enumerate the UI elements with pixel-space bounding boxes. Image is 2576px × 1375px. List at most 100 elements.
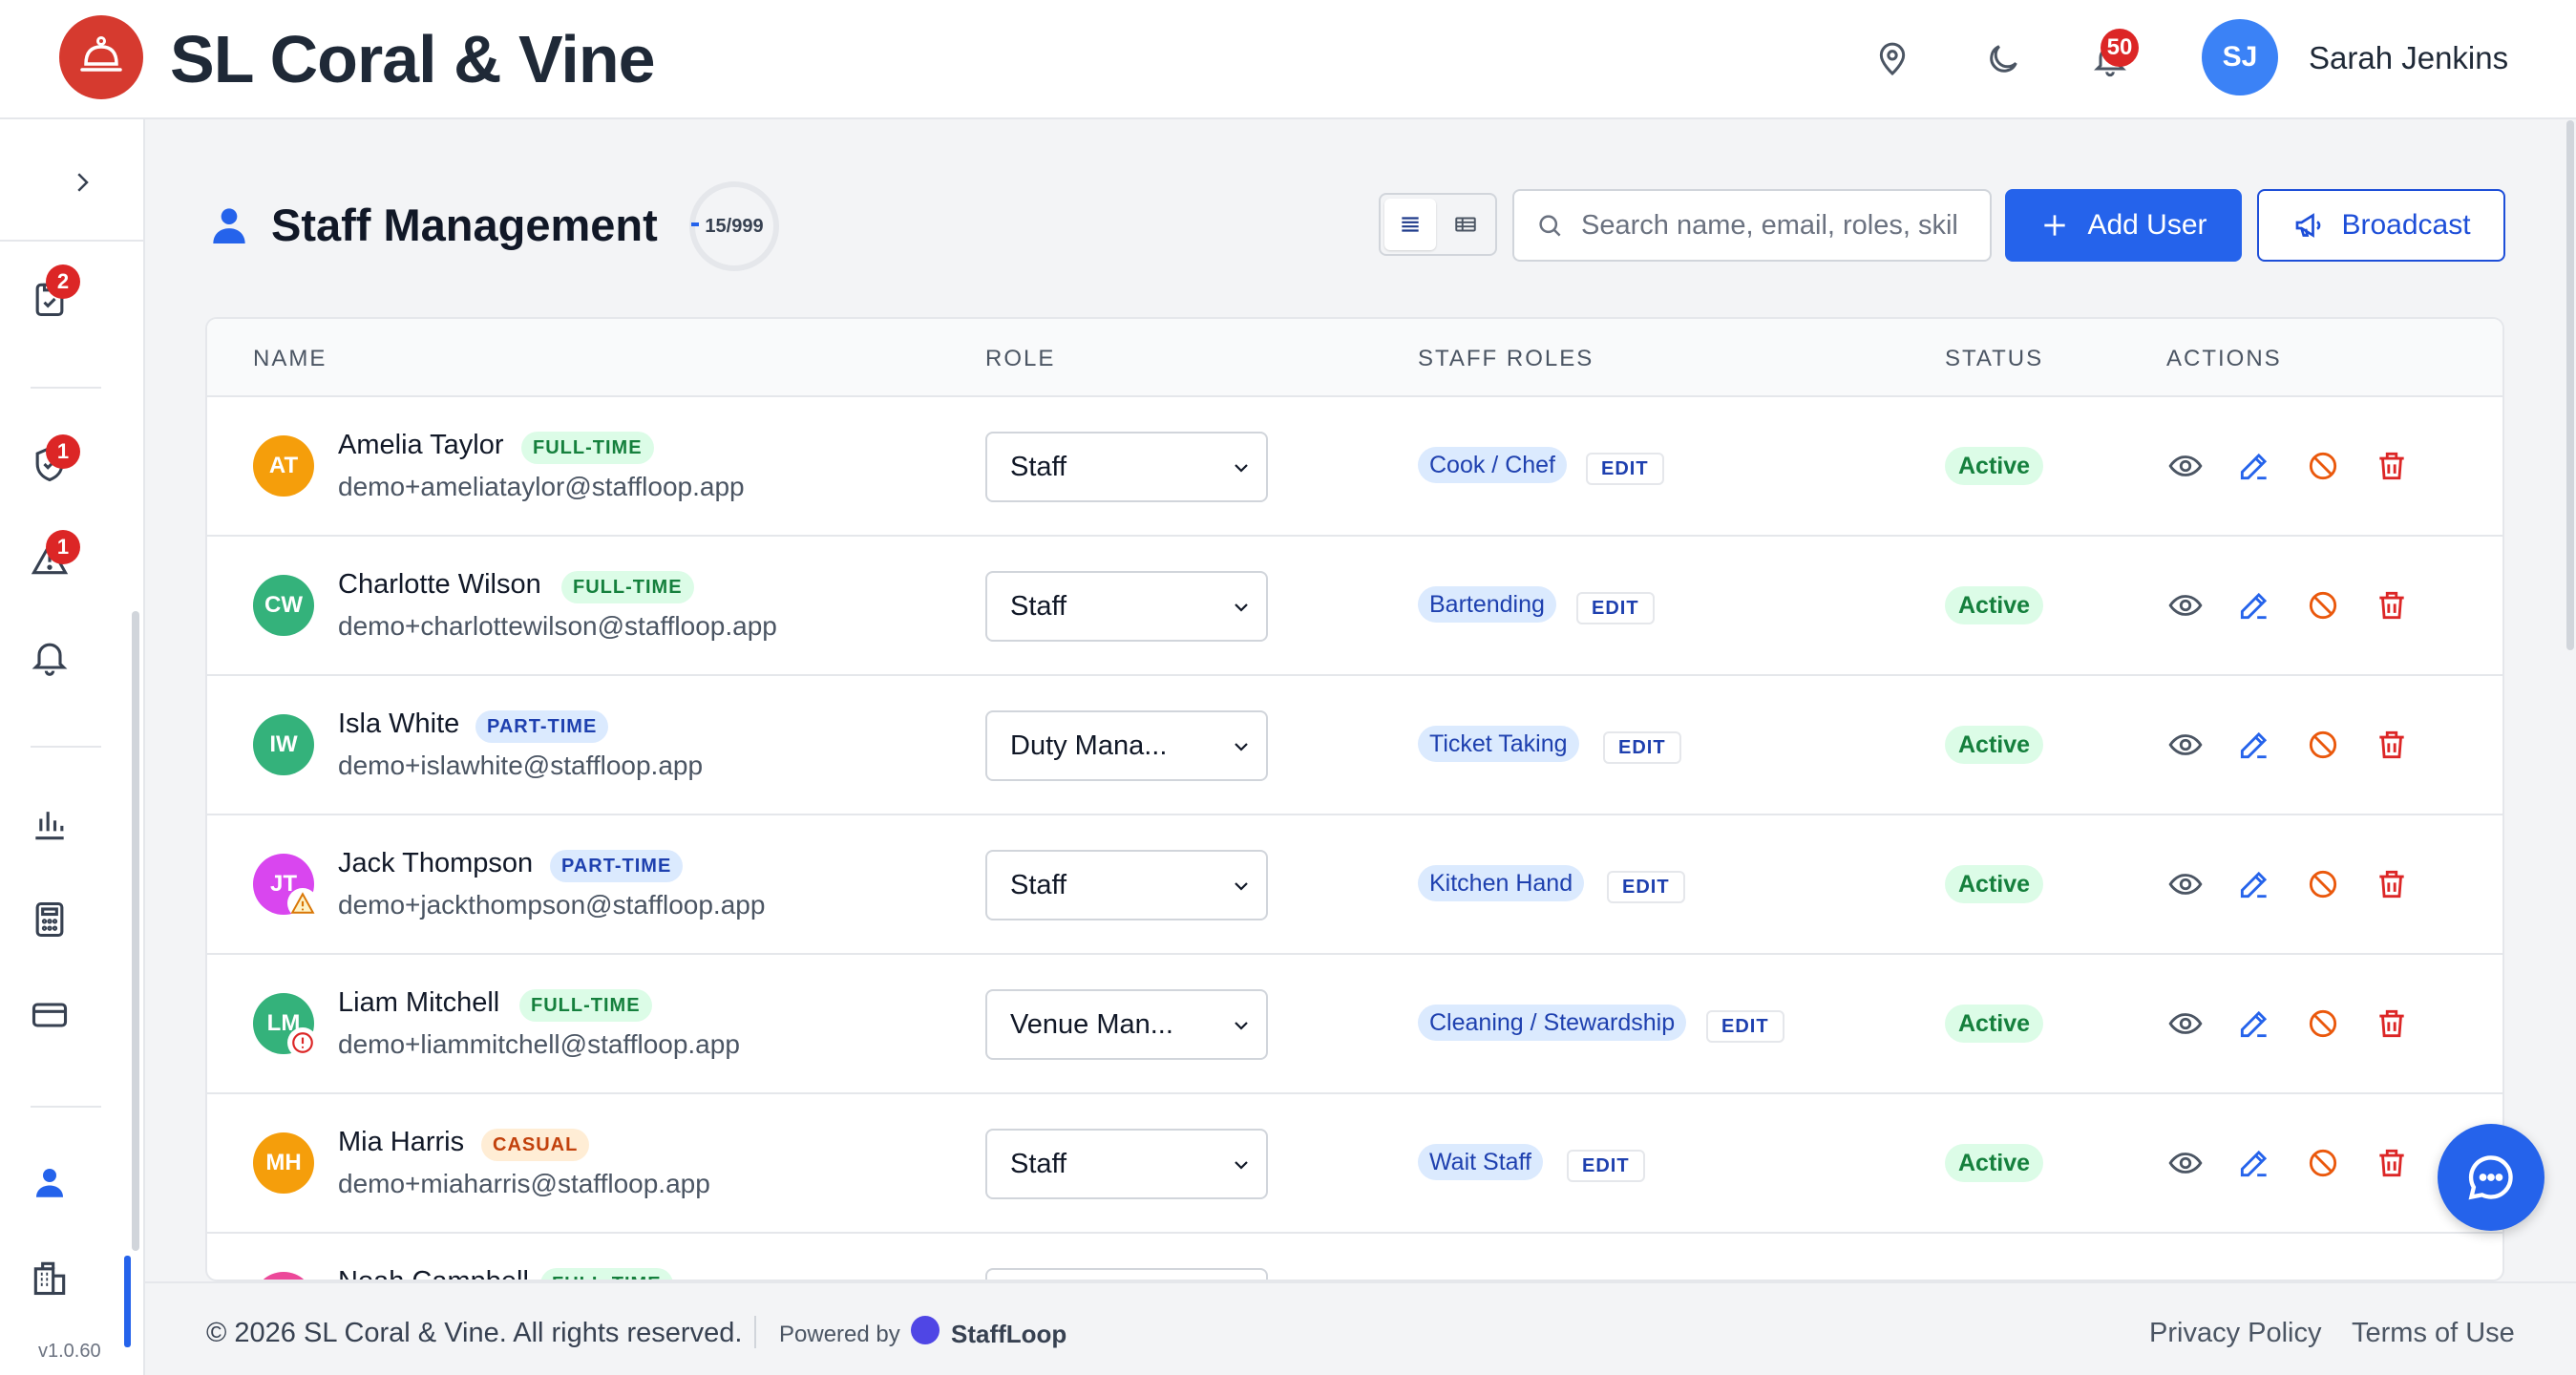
brand-name: SL Coral & Vine xyxy=(170,22,656,96)
avatar[interactable]: AT xyxy=(253,435,314,497)
add-user-button[interactable]: Add User xyxy=(2005,189,2242,262)
deactivate-button[interactable] xyxy=(2302,724,2344,766)
broadcast-button[interactable]: Broadcast xyxy=(2257,189,2505,262)
privacy-policy-link[interactable]: Privacy Policy xyxy=(2149,1318,2322,1349)
delete-button[interactable] xyxy=(2371,863,2413,905)
edit-button[interactable] xyxy=(2233,584,2275,626)
edit-icon xyxy=(2240,871,2268,899)
column-header-role[interactable]: ROLE xyxy=(985,346,1055,372)
bell-hop-icon xyxy=(80,36,122,72)
role-select-value: Staff xyxy=(1010,451,1067,482)
deactivate-button[interactable] xyxy=(2302,584,2344,626)
trash-icon xyxy=(2379,730,2404,759)
terms-of-use-link[interactable]: Terms of Use xyxy=(2352,1318,2515,1349)
view-button[interactable] xyxy=(2164,1003,2206,1045)
sidebar-item-venues[interactable] xyxy=(23,1251,76,1304)
staff-name[interactable]: Mia Harris xyxy=(338,1127,464,1158)
column-header-status[interactable]: STATUS xyxy=(1945,346,2043,372)
edit-button[interactable] xyxy=(2233,1003,2275,1045)
view-button[interactable] xyxy=(2164,1142,2206,1184)
role-select[interactable]: Staff xyxy=(985,432,1268,502)
avatar[interactable]: CW xyxy=(253,575,314,636)
staffloop-logo-icon xyxy=(911,1316,940,1344)
status-badge: Active xyxy=(1945,726,2044,764)
ban-icon xyxy=(2309,452,2337,480)
edit-button[interactable] xyxy=(2233,724,2275,766)
app-logo[interactable] xyxy=(59,15,143,99)
edit-staff-roles-button[interactable]: EDIT xyxy=(1603,731,1681,764)
active-indicator xyxy=(124,1256,131,1347)
staff-name[interactable]: Amelia Taylor xyxy=(338,430,504,461)
location-icon[interactable] xyxy=(1866,32,1919,86)
role-select[interactable]: Duty Mana... xyxy=(985,710,1268,781)
avatar[interactable]: NC xyxy=(253,1272,314,1280)
staff-role-tag: Ticket Taking xyxy=(1418,726,1579,762)
delete-button[interactable] xyxy=(2371,1142,2413,1184)
tasks-badge: 2 xyxy=(46,264,80,299)
deactivate-button[interactable] xyxy=(2302,1003,2344,1045)
list-view-button[interactable] xyxy=(1384,199,1436,250)
alert-circle-icon xyxy=(287,1027,318,1058)
view-button[interactable] xyxy=(2164,863,2206,905)
staff-name[interactable]: Jack Thompson xyxy=(338,848,533,879)
avatar[interactable]: MH xyxy=(253,1132,314,1194)
view-button[interactable] xyxy=(2164,445,2206,487)
edit-staff-roles-button[interactable]: EDIT xyxy=(1567,1150,1645,1182)
main-scrollbar[interactable] xyxy=(2566,120,2574,650)
deactivate-button[interactable] xyxy=(2302,445,2344,487)
role-select-value: Duty Mana... xyxy=(1010,730,1168,761)
role-select[interactable] xyxy=(985,1268,1268,1280)
deactivate-button[interactable] xyxy=(2302,1142,2344,1184)
sidebar-item-notifications[interactable] xyxy=(23,630,76,684)
megaphone-icon xyxy=(2296,213,2321,238)
user-avatar[interactable]: SJ xyxy=(2202,19,2278,95)
sidebar-item-calculator[interactable] xyxy=(23,893,76,946)
role-select[interactable]: Staff xyxy=(985,850,1268,920)
sidebar-item-billing[interactable] xyxy=(23,988,76,1042)
edit-button[interactable] xyxy=(2233,863,2275,905)
role-select[interactable]: Venue Man... xyxy=(985,989,1268,1060)
sidebar-item-staff[interactable] xyxy=(23,1155,76,1209)
expand-sidebar-icon[interactable] xyxy=(55,156,109,209)
column-header-name[interactable]: NAME xyxy=(253,346,327,372)
user-name[interactable]: Sarah Jenkins xyxy=(2309,40,2508,76)
edit-staff-roles-button[interactable]: EDIT xyxy=(1576,592,1655,624)
table-view-button[interactable] xyxy=(1440,199,1491,250)
avatar[interactable]: IW xyxy=(253,714,314,775)
column-header-staff-roles: STAFF ROLES xyxy=(1418,346,1594,371)
employment-badge: FULL-TIME xyxy=(519,989,652,1022)
dark-mode-icon[interactable] xyxy=(1976,32,2030,86)
role-select-value: Staff xyxy=(1010,869,1067,900)
chat-button[interactable] xyxy=(2438,1124,2544,1231)
view-button[interactable] xyxy=(2164,584,2206,626)
sidebar-scrollbar[interactable] xyxy=(132,611,139,1251)
edit-button[interactable] xyxy=(2233,1142,2275,1184)
edit-staff-roles-button[interactable]: EDIT xyxy=(1607,871,1685,903)
staff-name[interactable]: Noah Campbell xyxy=(338,1266,529,1280)
table-row: CW Charlotte Wilson FULL-TIME demo+charlott… xyxy=(207,537,2502,676)
role-select[interactable]: Staff xyxy=(985,571,1268,642)
role-select[interactable]: Staff xyxy=(985,1129,1268,1199)
staff-name[interactable]: Charlotte Wilson xyxy=(338,569,541,601)
staff-user-icon xyxy=(210,202,248,251)
edit-button[interactable] xyxy=(2233,445,2275,487)
deactivate-button[interactable] xyxy=(2302,863,2344,905)
search-input[interactable] xyxy=(1581,209,1982,242)
delete-button[interactable] xyxy=(2371,584,2413,626)
delete-button[interactable] xyxy=(2371,724,2413,766)
staff-name[interactable]: Liam Mitchell xyxy=(338,987,499,1019)
delete-button[interactable] xyxy=(2371,1003,2413,1045)
edit-staff-roles-button[interactable]: EDIT xyxy=(1586,453,1664,485)
search-icon xyxy=(1539,215,1561,237)
staff-role-tag: Bartending xyxy=(1418,586,1556,623)
staff-name[interactable]: Isla White xyxy=(338,709,459,740)
eye-icon xyxy=(2168,1153,2203,1174)
sidebar-divider xyxy=(31,387,101,389)
edit-staff-roles-button[interactable]: EDIT xyxy=(1706,1010,1784,1043)
delete-button[interactable] xyxy=(2371,445,2413,487)
calculator-icon xyxy=(35,901,64,938)
sidebar-item-reports[interactable] xyxy=(23,797,76,851)
view-button[interactable] xyxy=(2164,724,2206,766)
alerts-badge: 1 xyxy=(46,530,80,564)
powered-by-name[interactable]: StaffLoop xyxy=(951,1320,1066,1349)
